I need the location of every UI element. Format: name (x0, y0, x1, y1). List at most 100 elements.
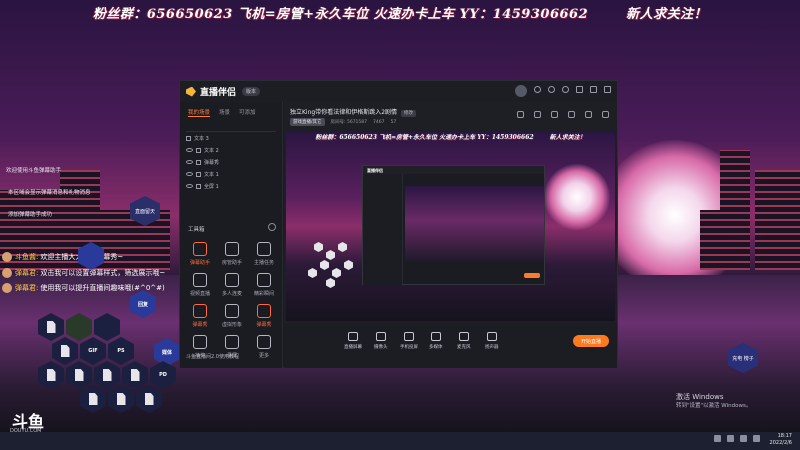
control-label: 扬声器 (485, 345, 499, 350)
screenshot-icon[interactable] (534, 111, 541, 118)
tool-more[interactable]: 更多 (248, 335, 280, 359)
avatar[interactable] (515, 85, 527, 97)
chat-username: 弹幕君: (15, 269, 39, 277)
network-icon[interactable] (727, 435, 734, 442)
tool-video[interactable]: 视频直播 (184, 273, 216, 297)
room-title: 独立King带你看法律和伊格斯跳入2剧情 修改 (290, 107, 417, 117)
gift-icon (193, 335, 207, 349)
checkbox[interactable] (196, 171, 201, 177)
phone-icon (404, 332, 414, 341)
fan-count: 57 (390, 119, 397, 125)
control-screen[interactable]: 直播屏幕 (344, 332, 362, 350)
notice-line: 欢迎使用斗鱼弹幕助手 (6, 168, 62, 174)
tool-tasks[interactable]: 主播任务 (248, 242, 280, 266)
preview-banner-text: 粉丝群：656650623 飞机=房管+永久车位 火速办卡上车 YY：14593… (315, 134, 534, 141)
task-icon (257, 242, 271, 256)
scene-item[interactable]: 文本 1 (180, 168, 282, 180)
eye-icon[interactable] (186, 148, 193, 152)
control-camera[interactable]: 摄像头 (374, 332, 388, 350)
tray-icon[interactable] (714, 435, 721, 442)
scene-label: 文本 1 (204, 171, 219, 178)
menu-icon[interactable] (562, 86, 569, 93)
tab-scenes[interactable]: 场景 (219, 108, 230, 117)
tool-danmu-helper[interactable]: 弹幕助手 (184, 242, 216, 266)
checkbox[interactable] (196, 183, 201, 189)
tool-label: 弹幕秀 (192, 322, 208, 328)
scene-label: 全屏 1 (204, 183, 219, 190)
tool-danmu-show-2[interactable]: 弹幕秀 (248, 304, 280, 328)
minimize-icon[interactable] (576, 86, 583, 93)
preview-hex (326, 250, 335, 260)
checkbox[interactable] (196, 159, 201, 165)
toolbox-title: 工具箱 (188, 227, 205, 233)
control-mic[interactable]: 麦克风 (457, 332, 471, 350)
list-icon[interactable] (568, 111, 575, 118)
hex-label: GIF (88, 348, 98, 354)
star-icon (257, 273, 271, 287)
layout-icon[interactable] (585, 111, 592, 118)
chat-icon (193, 242, 207, 256)
control-speaker[interactable]: 扬声器 (485, 332, 499, 350)
mic-icon (225, 273, 239, 287)
tool-room-admin[interactable]: 房管助手 (216, 242, 248, 266)
checkbox[interactable] (196, 147, 201, 153)
edit-tag[interactable]: 修改 (401, 110, 417, 117)
scene-item[interactable]: 弹幕秀 (180, 156, 282, 168)
eye-icon[interactable] (186, 184, 193, 188)
category-pill[interactable]: 游戏直播/其它 (290, 118, 325, 126)
checkbox[interactable] (186, 135, 191, 141)
notice-line: 添加弹幕助手成功 (8, 212, 53, 218)
tutorial-link[interactable]: 斗鱼直播间2.0使用教程 (186, 353, 239, 360)
message-icon[interactable] (534, 86, 541, 93)
nested-sidebar (363, 174, 403, 286)
help-icon[interactable] (268, 223, 276, 231)
preview-banner-follow: 新人求关注！ (549, 134, 586, 141)
volume-icon[interactable] (740, 435, 747, 442)
hex-label: PS (117, 348, 125, 354)
avatar-icon (225, 304, 239, 318)
control-label: 直播屏幕 (344, 345, 362, 350)
taskbar-clock[interactable]: 18:17 2022/2/6 (770, 433, 792, 447)
tab-my-scenes[interactable]: 我的场景 (188, 108, 211, 117)
avatar (2, 283, 12, 293)
maximize-icon[interactable] (590, 86, 597, 93)
tool-avatar[interactable]: 虚拟形象 (216, 304, 248, 328)
stream-preview[interactable]: 粉丝群：656650623 飞机=房管+永久车位 火速办卡上车 YY：14593… (286, 132, 615, 321)
tool-label: 精彩瞬间 (253, 291, 274, 297)
scene-label: 弹幕秀 (204, 159, 220, 166)
taskbar: 18:17 2022/2/6 (0, 432, 800, 450)
version-badge[interactable]: 版本 (242, 87, 261, 96)
control-phone-cast[interactable]: 手机投屏 (400, 332, 418, 350)
lock-icon[interactable] (551, 111, 558, 118)
ime-icon[interactable] (753, 435, 760, 442)
tab-addable[interactable]: 可添加 (239, 108, 256, 117)
nested-preview-window: 直播伴侣 (362, 165, 545, 286)
banner-follow-text: 新人求关注！ (626, 6, 708, 22)
scene-item[interactable]: 全屏 1 (180, 180, 282, 192)
tool-label: 弹幕秀 (256, 322, 272, 328)
play-icon (430, 332, 441, 341)
close-icon[interactable] (604, 86, 611, 93)
building (720, 150, 750, 270)
start-live-button[interactable]: 开始直播 (573, 335, 609, 347)
eye-icon[interactable] (186, 160, 193, 164)
scene-item[interactable]: 文本 2 (180, 144, 282, 156)
share-icon[interactable] (517, 111, 524, 118)
control-label: 多媒体 (429, 345, 443, 350)
connect-icon[interactable] (602, 111, 609, 118)
control-label: 麦克风 (457, 345, 471, 350)
eye-icon[interactable] (186, 172, 193, 176)
tool-highlights[interactable]: 精彩瞬间 (248, 273, 280, 297)
settings-icon[interactable] (548, 86, 555, 93)
live-companion-window: 直播伴侣 版本 我的场景 场景 可添加 文本 3 文本 2 弹幕秀 文本 1 全… (179, 80, 618, 368)
control-media[interactable]: 多媒体 (429, 332, 443, 350)
scene-item[interactable]: 文本 3 (180, 132, 282, 144)
tool-multi-mic[interactable]: 多人连麦 (216, 273, 248, 297)
room-meta: 游戏直播/其它 房间号: 5671587 7467 57 (290, 118, 396, 126)
nested-titlebar: 直播伴侣 (363, 166, 544, 174)
preview-hex (344, 260, 353, 270)
app-logo-icon (186, 86, 196, 97)
preview-sun (544, 164, 610, 230)
preview-hex (314, 242, 323, 252)
tool-danmu-show[interactable]: 弹幕秀 (184, 304, 216, 328)
